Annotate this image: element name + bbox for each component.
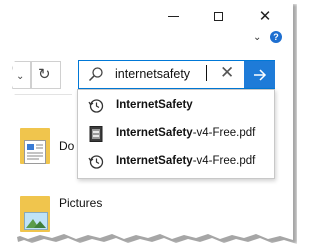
close-icon: ✕ bbox=[258, 7, 272, 25]
pdf-file-icon bbox=[89, 126, 103, 142]
suggestion-match: InternetSafety bbox=[116, 155, 193, 167]
document-icon bbox=[24, 140, 46, 164]
suggestion-rest: -v4-Free.pdf bbox=[192, 127, 256, 139]
help-icon[interactable]: ? bbox=[270, 31, 282, 43]
divider bbox=[12, 94, 72, 95]
minimize-icon bbox=[167, 15, 179, 17]
clear-search-icon[interactable]: ✕ bbox=[220, 64, 234, 81]
minimize-button[interactable] bbox=[161, 6, 185, 26]
arrow-right-icon bbox=[253, 68, 266, 81]
suggestion-item[interactable]: InternetSafety bbox=[78, 92, 274, 120]
search-suggestions-dropdown: InternetSafety InternetSafety-v4-Free.pd… bbox=[77, 89, 275, 179]
search-icon bbox=[88, 67, 103, 82]
picture-icon bbox=[24, 212, 48, 230]
close-button[interactable]: ✕ bbox=[253, 6, 277, 26]
suggestion-rest: -v4-Free.pdf bbox=[192, 155, 256, 167]
explorer-window: ✕ ⌄ ? ⌄ ↻ internetsafety ✕ Do Pictures I… bbox=[0, 0, 293, 240]
suggestion-match: InternetSafety bbox=[116, 99, 193, 111]
pictures-item-label[interactable]: Pictures bbox=[59, 196, 102, 210]
screenshot: ✕ ⌄ ? ⌄ ↻ internetsafety ✕ Do Pictures I… bbox=[0, 0, 300, 245]
search-input[interactable]: internetsafety bbox=[115, 67, 190, 81]
ribbon-expand-chevron-icon[interactable]: ⌄ bbox=[253, 32, 261, 43]
maximize-button[interactable] bbox=[206, 6, 230, 26]
history-icon bbox=[88, 155, 104, 169]
text-cursor bbox=[206, 65, 207, 81]
suggestion-item[interactable]: InternetSafety-v4-Free.pdf bbox=[78, 148, 274, 176]
documents-item-label[interactable]: Do bbox=[59, 139, 74, 153]
suggestion-text: InternetSafety-v4-Free.pdf bbox=[116, 127, 255, 139]
chevron-down-icon[interactable]: ⌄ bbox=[16, 71, 24, 82]
suggestion-text: InternetSafety bbox=[116, 99, 193, 111]
history-icon bbox=[88, 99, 104, 113]
suggestion-text: InternetSafety-v4-Free.pdf bbox=[116, 155, 255, 167]
search-go-button[interactable] bbox=[244, 61, 275, 88]
suggestion-item[interactable]: InternetSafety-v4-Free.pdf bbox=[78, 120, 274, 148]
suggestion-match: InternetSafety bbox=[116, 127, 193, 139]
refresh-icon: ↻ bbox=[38, 66, 51, 83]
maximize-icon bbox=[213, 11, 223, 21]
